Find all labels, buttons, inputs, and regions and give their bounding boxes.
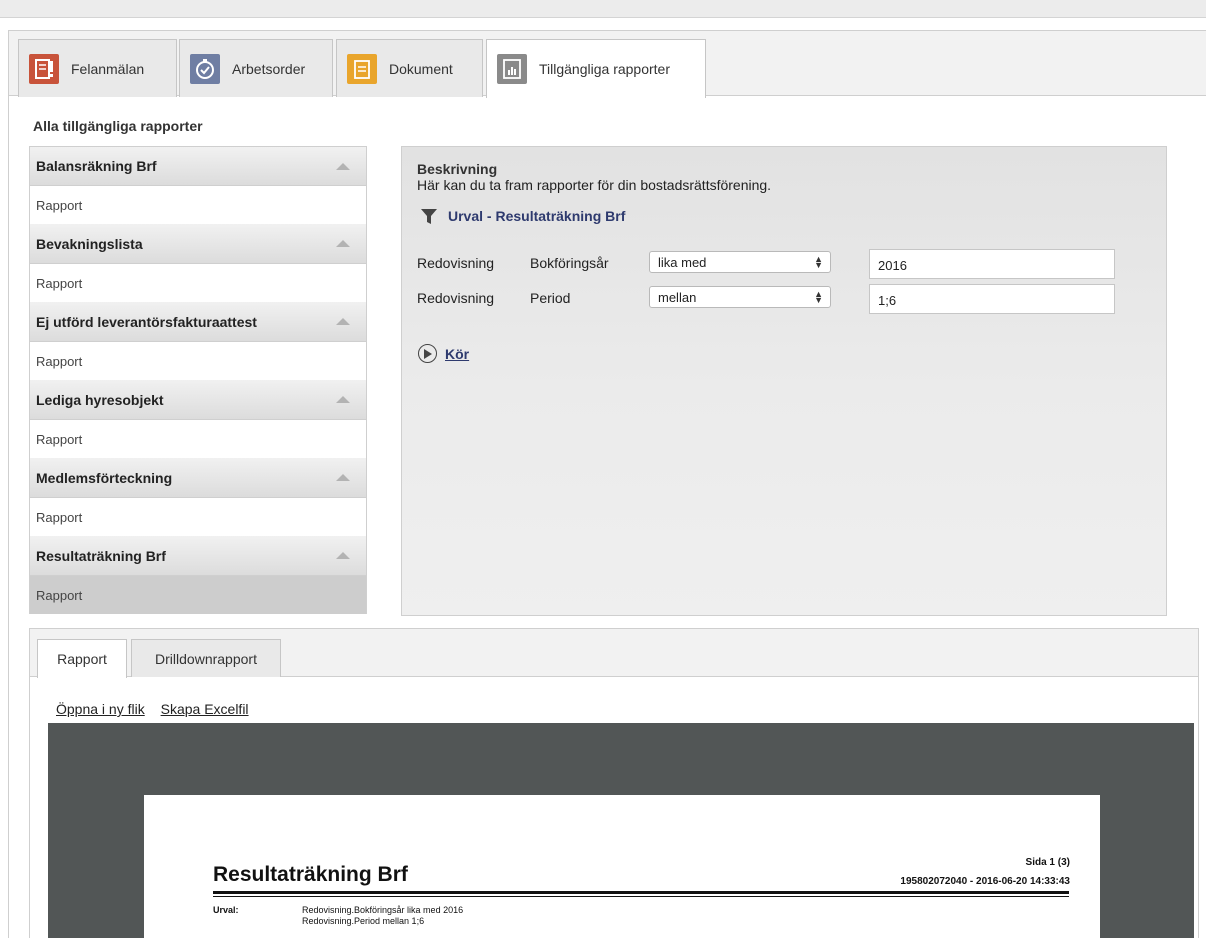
viewer-links: Öppna i ny flik Skapa Excelfil — [56, 701, 261, 717]
accordion-title: Bevakningslista — [36, 235, 143, 252]
filter-field: Bokföringsår — [530, 255, 609, 271]
tab-felanmalan[interactable]: Felanmälan — [18, 39, 177, 97]
create-excel-link[interactable]: Skapa Excelfil — [161, 701, 249, 717]
select-arrows-icon: ▲ ▼ — [814, 254, 823, 270]
operator-value: lika med — [658, 255, 707, 270]
collapse-arrow-icon — [336, 552, 350, 559]
run-button[interactable]: Kör — [418, 344, 469, 363]
filter-row-period: Redovisning Period mellan ▲ ▼ 1;6 — [417, 284, 1147, 314]
urval-values: Redovisning.Bokföringsår lika med 2016 R… — [302, 905, 463, 927]
operator-value: mellan — [658, 290, 697, 305]
run-label: Kör — [445, 345, 470, 362]
select-arrows-icon: ▲ ▼ — [814, 289, 823, 305]
report-preview-area[interactable]: Resultaträkning Brf Sida 1 (3) 195802072… — [48, 723, 1194, 938]
report-item[interactable]: Rapport — [29, 264, 367, 302]
report-chart-icon — [497, 54, 527, 84]
tab-label: Tillgängliga rapporter — [539, 61, 670, 77]
tab-arbetsorder[interactable]: Arbetsorder — [179, 39, 333, 97]
value-input[interactable]: 1;6 — [869, 284, 1115, 314]
document-icon — [347, 53, 377, 84]
urval-line: Redovisning.Bokföringsår lika med 2016 — [302, 905, 464, 915]
report-item[interactable]: Rapport — [29, 342, 367, 380]
report-title: Resultaträkning Brf — [213, 863, 408, 886]
tab-tillgangliga-rapporter[interactable]: Tillgängliga rapporter — [486, 39, 706, 98]
title-rule — [213, 891, 1069, 894]
urval-line: Redovisning.Period mellan 1;6 — [302, 916, 425, 926]
collapse-arrow-icon — [336, 240, 350, 247]
viewer-tab-bar: Rapport Drilldownrapport — [30, 629, 1198, 678]
collapse-arrow-icon — [336, 396, 350, 403]
title-rule-thin — [213, 896, 1069, 897]
filter-icon — [421, 209, 437, 224]
urval-header: Urval - Resultaträkning Brf — [420, 207, 625, 225]
report-item-selected[interactable]: Rapport — [29, 576, 367, 614]
report-description-panel: Beskrivning Här kan du ta fram rapporter… — [401, 146, 1167, 616]
play-circle-icon — [418, 344, 437, 363]
top-strip — [0, 0, 1206, 18]
main-tab-bar: Felanmälan Arbetsorder Dokument Tillgäng… — [9, 30, 1206, 98]
section-title: Alla tillgängliga rapporter — [33, 118, 203, 134]
filter-row-bokforingsar: Redovisning Bokföringsår lika med ▲ ▼ 201… — [417, 249, 1147, 279]
collapse-arrow-icon — [336, 318, 350, 325]
filter-source: Redovisning — [417, 290, 495, 306]
report-item[interactable]: Rapport — [29, 186, 367, 224]
page-indicator: Sida 1 (3) — [1025, 857, 1070, 868]
accordion-header-balansrakning[interactable]: Balansräkning Brf — [29, 146, 367, 186]
stopwatch-check-icon — [190, 53, 220, 84]
description-text: Här kan du ta fram rapporter för din bos… — [417, 177, 772, 193]
accordion-header-ej-utford[interactable]: Ej utförd leverantörsfakturaattest — [29, 302, 367, 342]
tab-label: Dokument — [389, 60, 453, 77]
collapse-arrow-icon — [336, 474, 350, 481]
tab-label: Arbetsorder — [232, 60, 306, 77]
operator-select[interactable]: lika med ▲ ▼ — [649, 251, 831, 273]
alert-document-icon — [29, 53, 59, 84]
operator-select[interactable]: mellan ▲ ▼ — [649, 286, 831, 308]
tab-drilldownrapport[interactable]: Drilldownrapport — [131, 639, 281, 677]
accordion-header-medlemsforteckning[interactable]: Medlemsförteckning — [29, 458, 367, 498]
report-viewer: Rapport Drilldownrapport Öppna i ny flik… — [29, 628, 1199, 938]
open-new-tab-link[interactable]: Öppna i ny flik — [56, 701, 145, 717]
urval-label: Urval: — [213, 905, 239, 915]
accordion-header-bevakningslista[interactable]: Bevakningslista — [29, 224, 367, 264]
tab-rapport[interactable]: Rapport — [37, 639, 127, 678]
urval-title: Urval - Resultaträkning Brf — [448, 208, 626, 224]
tab-dokument[interactable]: Dokument — [336, 39, 483, 97]
accordion-header-lediga-hyresobjekt[interactable]: Lediga hyresobjekt — [29, 380, 367, 420]
report-meta: 195802072040 - 2016-06-20 14:33:43 — [900, 876, 1070, 887]
report-item[interactable]: Rapport — [29, 498, 367, 536]
accordion-title: Ej utförd leverantörsfakturaattest — [36, 313, 257, 330]
reports-accordion: Balansräkning Brf Rapport Bevakningslist… — [29, 146, 367, 614]
accordion-title: Medlemsförteckning — [36, 469, 173, 486]
value-input[interactable]: 2016 — [869, 249, 1115, 279]
report-page: Resultaträkning Brf Sida 1 (3) 195802072… — [144, 795, 1100, 938]
collapse-arrow-icon — [336, 162, 350, 170]
accordion-header-resultatrakning[interactable]: Resultaträkning Brf — [29, 536, 367, 576]
filter-source: Redovisning — [417, 255, 495, 271]
accordion-title: Balansräkning Brf — [36, 158, 157, 174]
tab-label: Felanmälan — [71, 60, 145, 77]
accordion-title: Resultaträkning Brf — [36, 547, 166, 564]
accordion-title: Lediga hyresobjekt — [36, 391, 164, 408]
report-item[interactable]: Rapport — [29, 420, 367, 458]
description-heading: Beskrivning — [417, 161, 498, 177]
left-border — [8, 30, 9, 938]
filter-field: Period — [530, 290, 571, 306]
